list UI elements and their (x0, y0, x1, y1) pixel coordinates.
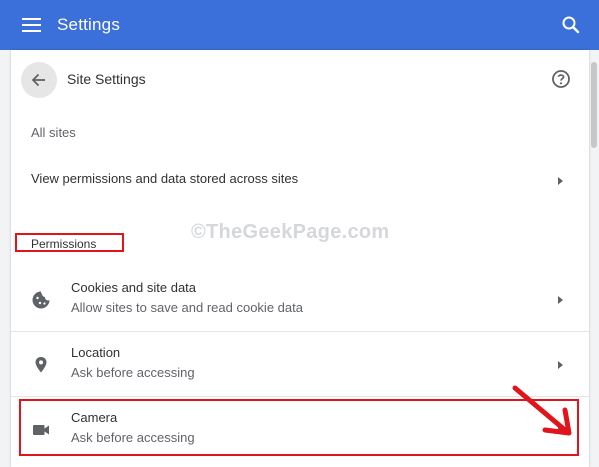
site-settings-header: Site Settings (11, 56, 589, 102)
site-settings-card: Site Settings All sites View permissions… (11, 50, 589, 467)
cookies-subtitle: Allow sites to save and read cookie data (71, 300, 303, 315)
red-arrow-annotation (512, 385, 572, 436)
watermark: ©TheGeekPage.com (191, 221, 390, 243)
location-pin-icon (35, 357, 47, 373)
scrollbar-thumb[interactable] (591, 62, 597, 148)
cookies-title: Cookies and site data (71, 280, 197, 295)
help-icon[interactable] (551, 69, 571, 89)
view-permissions-row[interactable]: View permissions and data stored across … (11, 156, 589, 202)
location-title: Location (71, 345, 121, 360)
app-title: Settings (57, 15, 121, 34)
scrollbar[interactable] (589, 50, 599, 467)
location-row[interactable]: Location Ask before accessing (11, 333, 589, 397)
all-sites-heading: All sites (31, 125, 76, 140)
arrow-back-icon (31, 73, 45, 87)
camera-highlight-box (19, 399, 579, 456)
page-title: Site Settings (67, 71, 146, 87)
chevron-right-icon (558, 361, 563, 369)
location-subtitle: Ask before accessing (71, 365, 195, 380)
search-icon[interactable] (561, 15, 581, 35)
chevron-right-icon (558, 177, 563, 185)
menu-icon[interactable] (22, 18, 41, 32)
app-bar: Settings (0, 0, 599, 50)
view-permissions-text: View permissions and data stored across … (31, 171, 299, 186)
cookie-icon (32, 291, 50, 309)
divider (11, 396, 589, 397)
divider (11, 331, 589, 332)
cookies-row[interactable]: Cookies and site data Allow sites to sav… (11, 268, 589, 332)
chevron-right-icon (558, 296, 563, 304)
back-button[interactable] (21, 62, 57, 98)
permissions-heading: Permissions (31, 237, 97, 251)
